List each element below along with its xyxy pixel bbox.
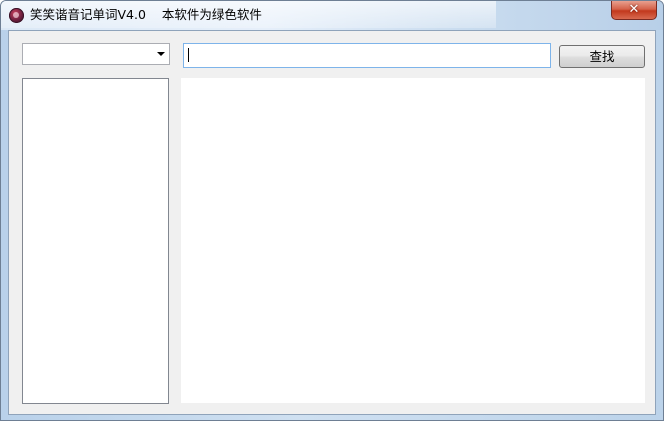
window-title: 笑笑谐音记单词V4.0 本软件为绿色软件: [30, 7, 262, 22]
category-combo[interactable]: [22, 43, 170, 65]
find-button[interactable]: 查找: [559, 45, 645, 68]
app-window: 笑笑谐音记单词V4.0 本软件为绿色软件 ✕ 查找: [0, 0, 664, 421]
title-bar[interactable]: 笑笑谐音记单词V4.0 本软件为绿色软件 ✕: [1, 1, 663, 30]
word-list[interactable]: [22, 78, 169, 404]
close-button[interactable]: ✕: [611, 1, 657, 20]
close-icon: ✕: [628, 2, 640, 17]
content-display[interactable]: [181, 78, 645, 403]
client-area: 查找: [8, 30, 656, 415]
chevron-down-icon[interactable]: [157, 52, 165, 56]
search-input[interactable]: [183, 43, 551, 68]
app-icon[interactable]: [9, 8, 24, 23]
text-caret: [188, 48, 189, 62]
